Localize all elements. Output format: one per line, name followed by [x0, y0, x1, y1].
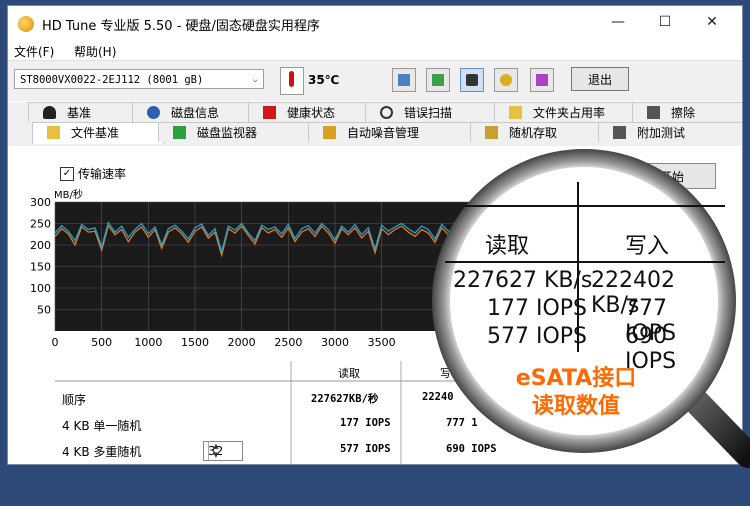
- magnified-read-4k-multi: 577 IOPS: [487, 324, 588, 349]
- magnified-read-4k: 177 IOPS: [487, 296, 588, 321]
- magnified-read-header: 读取: [485, 234, 530, 259]
- esata-caption: eSATA接口 读取数值: [481, 365, 671, 421]
- magnified-write-header: 写入: [625, 234, 670, 259]
- magnified-read-seq: 227627 KB/s: [453, 268, 593, 293]
- esata-caption-line2: 读取数值: [531, 394, 620, 419]
- esata-caption-line1: eSATA接口: [515, 366, 637, 391]
